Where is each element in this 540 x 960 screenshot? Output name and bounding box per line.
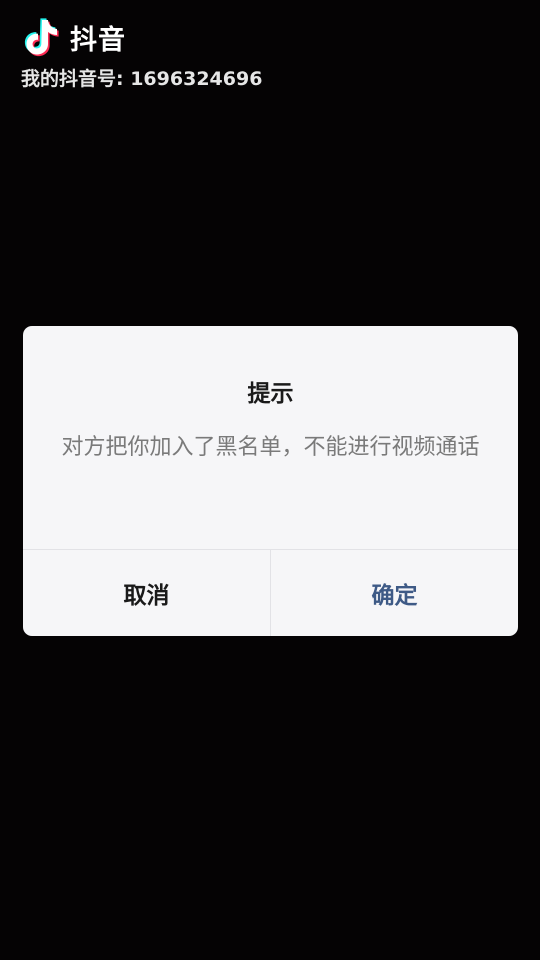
dialog-message: 对方把你加入了黑名单，不能进行视频通话 (61, 435, 480, 460)
alert-dialog: 提示 对方把你加入了黑名单，不能进行视频通话 取消 确定 (23, 326, 518, 636)
dialog-title: 提示 (247, 381, 294, 407)
watermark-user-id: 我的抖音号: 1696324696 (21, 68, 263, 90)
watermark-brand-row: 抖音 (18, 12, 318, 62)
douyin-watermark: 抖音 我的抖音号: 1696324696 (18, 12, 318, 92)
watermark-brand: 抖音 (70, 24, 126, 56)
tiktok-note-icon (24, 18, 59, 57)
screen: 抖音 我的抖音号: 1696324696 提示 对方把你加入了黑名单，不能进行视… (0, 0, 540, 960)
confirm-button[interactable]: 确定 (271, 550, 518, 636)
cancel-button[interactable]: 取消 (23, 550, 270, 636)
